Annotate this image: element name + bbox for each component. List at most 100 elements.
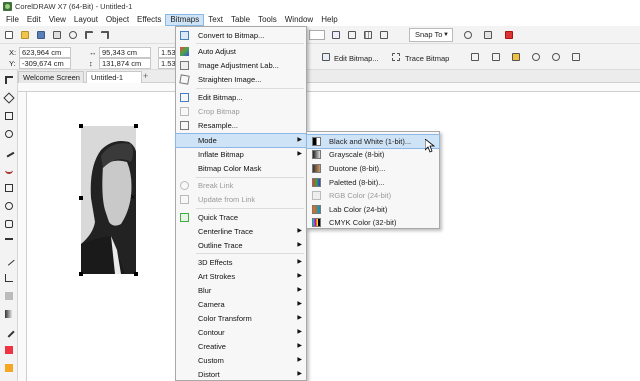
text-tool-icon[interactable]	[3, 236, 15, 248]
mode-rgb-color[interactable]: RGB Color (24-bit)	[307, 189, 439, 202]
artistic-media-icon[interactable]	[3, 164, 15, 176]
trace-bitmap-button[interactable]: Trace Bitmap	[405, 54, 449, 63]
interactive-fill-icon[interactable]	[3, 344, 15, 356]
mode-black-and-white[interactable]: Black and White (1-bit)...	[306, 134, 440, 149]
menu-edit[interactable]: Edit	[23, 14, 45, 26]
menu-item-custom[interactable]: Custom ▶	[176, 354, 306, 367]
polygon-tool-icon[interactable]	[3, 218, 15, 230]
menu-item-inflate-bitmap[interactable]: Inflate Bitmap ▶	[176, 148, 306, 161]
bitmap-color-mask-icon[interactable]	[510, 51, 522, 63]
edit-bitmap-button[interactable]: Edit Bitmap...	[334, 54, 379, 63]
menu-item-update-from-link[interactable]: Update from Link	[176, 193, 306, 206]
trace-bitmap-icon[interactable]	[390, 51, 402, 63]
menu-table[interactable]: Table	[227, 14, 254, 26]
transparency-tool-icon[interactable]	[3, 308, 15, 320]
grid-icon[interactable]	[362, 29, 374, 41]
menu-item-contour[interactable]: Contour ▶	[176, 326, 306, 339]
menu-effects[interactable]: Effects	[133, 14, 165, 26]
undo-icon[interactable]	[83, 29, 95, 41]
cut-icon[interactable]	[67, 29, 79, 41]
scale-width-field[interactable]: 1.53	[158, 47, 176, 58]
tab-welcome-screen[interactable]: Welcome Screen	[18, 71, 84, 83]
vertical-ruler[interactable]	[18, 92, 27, 381]
menu-item-distort[interactable]: Distort ▶	[176, 368, 306, 381]
print-icon[interactable]	[51, 29, 63, 41]
menu-item-blur[interactable]: Blur ▶	[176, 284, 306, 297]
menu-item-crop-bitmap[interactable]: Crop Bitmap	[176, 105, 306, 118]
freehand-tool-icon[interactable]	[3, 146, 15, 158]
selection-handle[interactable]	[79, 124, 83, 128]
pick-tool-icon[interactable]	[3, 74, 15, 86]
save-icon[interactable]	[35, 29, 47, 41]
menu-item-camera[interactable]: Camera ▶	[176, 298, 306, 311]
menu-item-convert-to-bitmap[interactable]: Convert to Bitmap...	[176, 29, 306, 42]
mode-paletted[interactable]: Paletted (8-bit)...	[307, 176, 439, 189]
y-position-field[interactable]: Y: -309,674 cm	[9, 58, 71, 69]
break-link-icon[interactable]	[550, 51, 562, 63]
menu-item-mode[interactable]: Mode ▶	[175, 133, 307, 148]
crop-tool-icon[interactable]	[3, 110, 15, 122]
mode-lab-color[interactable]: Lab Color (24-bit)	[307, 203, 439, 216]
horizontal-ruler[interactable]	[18, 83, 640, 92]
menu-item-centerline-trace[interactable]: Centerline Trace ▶	[176, 225, 306, 238]
tab-untitled-1[interactable]: Untitled-1	[86, 71, 142, 83]
x-position-field[interactable]: X: 623,964 cm	[9, 47, 71, 58]
menu-tools[interactable]: Tools	[254, 14, 281, 26]
wrap-text-icon[interactable]	[570, 51, 582, 63]
launch-icon[interactable]	[482, 29, 494, 41]
menu-item-resample[interactable]: Resample...	[176, 119, 306, 132]
zoom-tool-icon[interactable]	[3, 128, 15, 140]
full-screen-icon[interactable]	[330, 29, 342, 41]
snap-to-dropdown[interactable]: Snap To ▼	[409, 28, 453, 42]
smart-fill-icon[interactable]	[3, 362, 15, 374]
selection-handle[interactable]	[79, 272, 83, 276]
menu-layout[interactable]: Layout	[70, 14, 102, 26]
rectangle-tool-icon[interactable]	[3, 182, 15, 194]
menu-item-art-strokes[interactable]: Art Strokes ▶	[176, 270, 306, 283]
edit-bitmap-icon[interactable]	[320, 51, 332, 63]
selected-bitmap-image[interactable]	[81, 126, 136, 274]
ellipse-tool-icon[interactable]	[3, 200, 15, 212]
selection-handle[interactable]	[79, 196, 83, 200]
open-folder-icon[interactable]	[19, 29, 31, 41]
menu-item-edit-bitmap[interactable]: Edit Bitmap...	[176, 91, 306, 104]
menu-view[interactable]: View	[45, 14, 70, 26]
rulers-icon[interactable]	[346, 29, 358, 41]
height-field[interactable]: ↕ 131,874 cm	[89, 58, 151, 69]
center-marker-icon[interactable]: ×	[130, 192, 135, 202]
guidelines-icon[interactable]	[378, 29, 390, 41]
scale-height-field[interactable]: 1.53	[158, 58, 176, 69]
menu-item-bitmap-color-mask[interactable]: Bitmap Color Mask	[176, 162, 306, 175]
menu-item-creative[interactable]: Creative ▶	[176, 340, 306, 353]
menu-text[interactable]: Text	[204, 14, 227, 26]
menu-help[interactable]: Help	[317, 14, 341, 26]
menu-window[interactable]: Window	[281, 14, 317, 26]
menu-item-straighten-image[interactable]: Straighten Image...	[176, 73, 306, 86]
options-icon[interactable]	[462, 29, 474, 41]
menu-item-quick-trace[interactable]: Quick Trace	[176, 211, 306, 224]
shape-tool-icon[interactable]	[3, 92, 15, 104]
resample-icon[interactable]	[490, 51, 502, 63]
menu-object[interactable]: Object	[102, 14, 133, 26]
menu-item-image-adjustment-lab[interactable]: Image Adjustment Lab...	[176, 59, 306, 72]
mode-cmyk-color[interactable]: CMYK Color (32-bit)	[307, 216, 439, 229]
menu-item-3d-effects[interactable]: 3D Effects ▶	[176, 256, 306, 269]
menu-file[interactable]: File	[2, 14, 23, 26]
zoom-dropdown[interactable]	[309, 30, 325, 40]
crop-bitmap-icon[interactable]	[469, 51, 481, 63]
redo-icon[interactable]	[99, 29, 111, 41]
menu-item-outline-trace[interactable]: Outline Trace ▶	[176, 239, 306, 252]
parallel-dimension-icon[interactable]	[3, 254, 15, 266]
selection-handle[interactable]	[134, 272, 138, 276]
application-launcher-icon[interactable]	[503, 29, 515, 41]
menu-item-break-link[interactable]: Break Link	[176, 179, 306, 192]
menu-item-color-transform[interactable]: Color Transform ▶	[176, 312, 306, 325]
menu-item-auto-adjust[interactable]: Auto Adjust	[176, 45, 306, 58]
selection-handle[interactable]	[134, 124, 138, 128]
add-tab-button[interactable]: +	[142, 71, 152, 83]
link-icon[interactable]	[530, 51, 542, 63]
new-document-icon[interactable]	[3, 29, 15, 41]
connector-tool-icon[interactable]	[3, 272, 15, 284]
drop-shadow-icon[interactable]	[3, 290, 15, 302]
color-eyedropper-icon[interactable]	[3, 326, 15, 338]
